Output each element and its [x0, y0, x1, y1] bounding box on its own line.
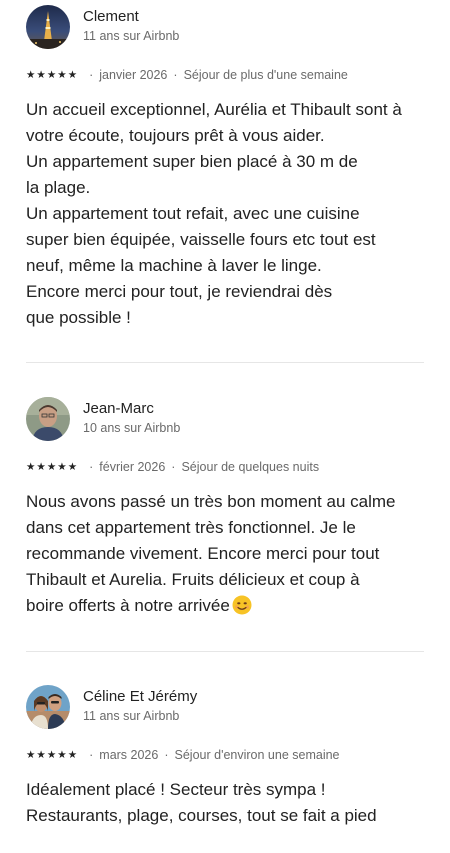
- star-icon: ★: [46, 748, 57, 761]
- smiling-face-emoji-icon: [232, 595, 252, 615]
- meta-separator: ·: [89, 748, 94, 762]
- review-text: Nous avons passé un très bon moment au c…: [26, 489, 424, 619]
- review-text-line: Nous avons passé un très bon moment au c…: [26, 492, 396, 511]
- avatar[interactable]: [26, 5, 70, 49]
- meta-separator: ·: [173, 68, 178, 82]
- review-meta: ★ ★ ★ ★ ★ · mars 2026 · Séjour d'environ…: [26, 747, 424, 763]
- avatar[interactable]: [26, 685, 70, 729]
- review-text-line: Un appartement tout refait, avec une cui…: [26, 204, 360, 223]
- review-text: Idéalement placé ! Secteur très sympa ! …: [26, 777, 424, 829]
- review-text-line: Un accueil exceptionnel, Aurélia et Thib…: [26, 100, 402, 119]
- star-icon: ★: [67, 748, 78, 761]
- stay-length: Séjour d'environ une semaine: [174, 748, 340, 762]
- star-icon: ★: [36, 748, 46, 761]
- star-icon: ★: [46, 68, 57, 81]
- star-icon: ★: [57, 748, 67, 761]
- review-text-line: la plage.: [26, 178, 91, 197]
- review-text-line: neuf, même la machine à laver le linge.: [26, 256, 322, 275]
- star-icon: ★: [26, 68, 36, 81]
- review-text-line: Restaurants, plage, courses, tout se fai…: [26, 806, 377, 825]
- star-icon: ★: [67, 68, 78, 81]
- stay-length: Séjour de plus d'une semaine: [183, 68, 348, 82]
- review-text-line: Thibault et Aurelia. Fruits délicieux et…: [26, 570, 360, 589]
- review-meta: ★ ★ ★ ★ ★ · janvier 2026 · Séjour de plu…: [26, 67, 424, 83]
- reviewer-name[interactable]: Jean-Marc: [83, 400, 154, 417]
- star-icon: ★: [36, 68, 46, 81]
- review-text-line: Idéalement placé ! Secteur très sympa !: [26, 780, 326, 799]
- rating-stars: ★ ★ ★ ★ ★: [26, 70, 77, 81]
- stay-length: Séjour de quelques nuits: [181, 460, 320, 474]
- star-icon: ★: [26, 748, 36, 761]
- review-meta: ★ ★ ★ ★ ★ · février 2026 · Séjour de que…: [26, 459, 424, 475]
- star-icon: ★: [46, 460, 57, 473]
- star-icon: ★: [57, 68, 67, 81]
- review-text-line: Un appartement super bien placé à 30 m d…: [26, 152, 358, 171]
- review-text-line: que possible !: [26, 308, 131, 327]
- reviewer-name[interactable]: Céline Et Jérémy: [83, 688, 197, 705]
- star-icon: ★: [36, 460, 46, 473]
- reviewer-header[interactable]: Céline Et Jérémy 11 ans sur Airbnb: [26, 685, 424, 733]
- meta-separator: ·: [171, 460, 176, 474]
- reviewer-name[interactable]: Clement: [83, 8, 139, 25]
- meta-separator: ·: [164, 748, 169, 762]
- review-text-line: dans cet appartement très fonctionnel. J…: [26, 518, 356, 537]
- review-text-line-wrap: boire offerts à notre arrivée: [26, 593, 424, 619]
- review-card: Clement 11 ans sur Airbnb ★ ★ ★ ★ ★ · ja…: [26, 5, 424, 331]
- review-divider: [26, 362, 424, 363]
- review-text-line: Encore merci pour tout, je reviendrai dè…: [26, 282, 333, 301]
- review-date: mars 2026: [99, 748, 159, 762]
- review-text-line: boire offerts à notre arrivée: [26, 596, 230, 615]
- star-icon: ★: [26, 460, 36, 473]
- review-card: Jean-Marc 10 ans sur Airbnb ★ ★ ★ ★ ★ · …: [26, 397, 424, 619]
- reviewer-header[interactable]: Clement 11 ans sur Airbnb: [26, 5, 424, 53]
- review-text-line: super bien équipée, vaisselle fours etc …: [26, 230, 376, 249]
- review-card: Céline Et Jérémy 11 ans sur Airbnb ★ ★ ★…: [26, 685, 424, 829]
- review-divider: [26, 651, 424, 652]
- review-date: février 2026: [99, 460, 166, 474]
- reviewer-tenure: 10 ans sur Airbnb: [83, 421, 181, 435]
- star-icon: ★: [57, 460, 67, 473]
- rating-stars: ★ ★ ★ ★ ★: [26, 750, 77, 761]
- review-text-line: votre écoute, toujours prêt à vous aider…: [26, 126, 325, 145]
- rating-stars: ★ ★ ★ ★ ★: [26, 462, 77, 473]
- reviewer-header[interactable]: Jean-Marc 10 ans sur Airbnb: [26, 397, 424, 445]
- review-text: Un accueil exceptionnel, Aurélia et Thib…: [26, 97, 424, 331]
- review-date: janvier 2026: [99, 68, 168, 82]
- reviewer-tenure: 11 ans sur Airbnb: [83, 709, 180, 723]
- reviewer-tenure: 11 ans sur Airbnb: [83, 29, 180, 43]
- star-icon: ★: [67, 460, 78, 473]
- meta-separator: ·: [89, 68, 94, 82]
- meta-separator: ·: [89, 460, 94, 474]
- avatar[interactable]: [26, 397, 70, 441]
- review-text-line: recommande vivement. Encore merci pour t…: [26, 544, 380, 563]
